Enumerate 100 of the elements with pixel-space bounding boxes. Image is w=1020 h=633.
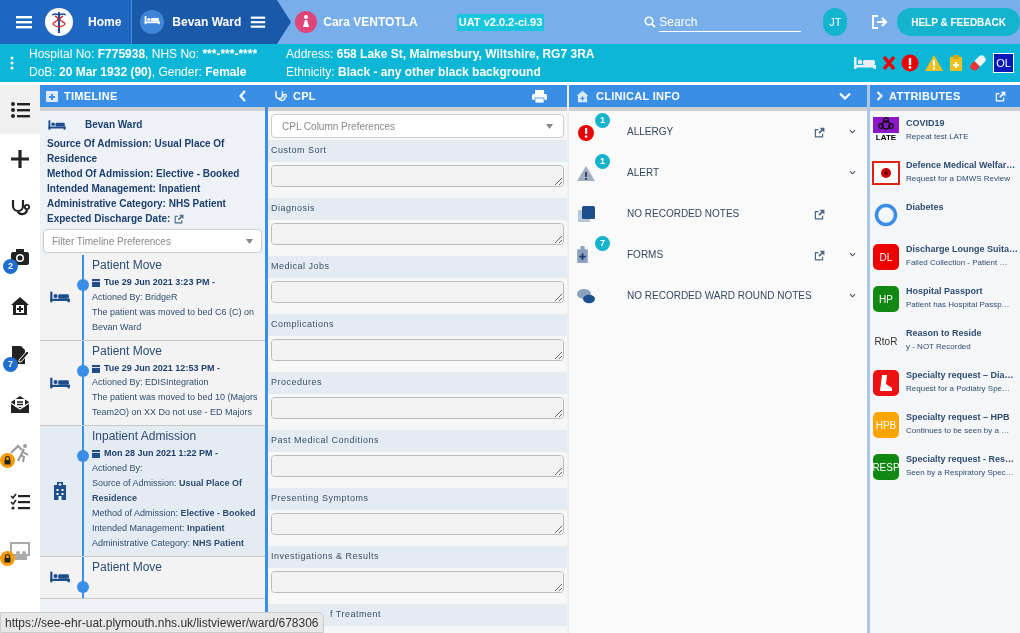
attribute-row[interactable]: Defence Medical Welfar… Request for a DMWS Review [870, 153, 1020, 195]
late-label: LATE [875, 133, 897, 143]
attribute-subtitle: Repeat test LATE [906, 131, 969, 143]
ring-icon [874, 203, 898, 227]
section-label: Diagnosis [271, 202, 316, 216]
clinical-info-label: ALERT [627, 166, 661, 180]
calendar-icon [92, 363, 100, 373]
chevron-down-icon[interactable] [848, 127, 857, 136]
admission-detail: Source Of Admission: Usual Place Of Residence [47, 137, 226, 166]
search-field[interactable]: Search [659, 12, 802, 32]
attribute-row[interactable]: LATE COVID19 Repeat test LATE [870, 111, 1020, 153]
timeline-entry[interactable]: Patient Move Tue 29 Jun 2021 3:23 PM - Actioned By: BridgeR The patient was moved to bed C6 (C) on Bevan Ward [40, 255, 265, 341]
lock-icon [0, 453, 15, 468]
calendar-icon [92, 278, 100, 288]
ward-name: Bevan Ward [85, 118, 143, 132]
column-preferences-dropdown[interactable]: CPL Column Preferences [271, 114, 564, 138]
alert-code-badge: OL [993, 53, 1014, 73]
external-link-icon[interactable] [173, 213, 185, 224]
clinical-info-row[interactable]: 1 ALLERGY [569, 111, 867, 152]
count-badge: 1 [595, 154, 610, 169]
external-link-icon[interactable] [813, 125, 825, 138]
warning-icon [924, 54, 945, 72]
collapse-icon[interactable] [839, 92, 851, 100]
timeline-dot-icon [77, 450, 89, 462]
entry-detail: Source of Admission: Usual Place Of Residence [92, 476, 244, 505]
stethoscope-icon [274, 89, 287, 103]
patient-detail: Address: 658 Lake St, Malmesbury, Wiltshire, RG7 3RA [286, 46, 596, 63]
presentation-board-icon [10, 540, 30, 561]
virus-icon [873, 117, 899, 133]
chevron-down-icon[interactable] [848, 250, 857, 259]
chevron-down-icon[interactable] [848, 168, 857, 177]
timeline-entry[interactable]: Patient Move [40, 556, 265, 599]
attribute-row[interactable]: Diabetes [870, 195, 1020, 237]
attribute-row[interactable]: RESP Specialty request - Res… Seen by a Respiratory Spec… [870, 447, 1020, 489]
attribute-title: Discharge Lounge Suita… [906, 243, 1019, 256]
external-link-icon[interactable] [994, 90, 1006, 102]
panel-title: CPL [293, 88, 316, 104]
attribute-row[interactable]: HP Hospital Passport Patient has Hospital Passp… [870, 279, 1020, 321]
section-label: Medical Jobs [271, 260, 330, 274]
pill-icon [968, 53, 989, 73]
document-edit-icon [10, 344, 30, 365]
attribute-row[interactable]: Specialty request – Dia… Request for a Podiatry Spe… [870, 363, 1020, 405]
entry-detail: Actioned By: BridgeR [92, 290, 179, 304]
plus-icon [10, 148, 30, 169]
clinical-info-label: NO RECORDED WARD ROUND NOTES [627, 289, 813, 303]
attribute-badge: DL [873, 244, 899, 270]
attribute-row[interactable]: HPB Specialty request – HPB Continues to be seen by a … [870, 405, 1020, 447]
filter-dropdown[interactable]: Filter Timeline Preferences [43, 229, 262, 253]
entry-date: Tue 29 Jun 2021 12:53 PM - [104, 361, 220, 375]
entry-detail: Actioned By: EDISIntegration [92, 376, 210, 389]
section-label: Past Medical Conditions [271, 434, 380, 448]
count-badge: 1 [595, 113, 610, 128]
section-label: Complications [271, 318, 335, 332]
clinical-info-row[interactable]: 1 ALERT [569, 152, 867, 193]
section-label: Investigations & Results [271, 550, 380, 564]
attribute-title: Specialty request – HPB [906, 411, 1010, 424]
attribute-row[interactable]: DL Discharge Lounge Suita… Failed Collection - Patient … [870, 237, 1020, 279]
attribute-title: Hospital Passport [906, 285, 984, 298]
patient-detail: DoB: 20 Mar 1932 (90), Gender: Female [29, 64, 248, 81]
bed-icon [853, 54, 878, 72]
home-plus-icon [10, 295, 30, 316]
entry-detail: The patient was moved to bed 10 (Majors Team2O) on XX Do not use - ED Majors [92, 391, 259, 419]
exclamation-circle-icon [901, 54, 920, 72]
home-link[interactable]: Home [88, 0, 132, 44]
entry-detail: Intended Management: Inpatient [92, 521, 226, 535]
panel-title: CLINICAL INFO [596, 88, 681, 104]
version-label: UAT v2.0.2-ci.93 [456, 14, 545, 31]
count-badge: 2 [3, 259, 18, 274]
panel-title: ATTRIBUTES [889, 88, 961, 104]
panel-title: TIMELINE [64, 88, 118, 104]
section-label: f Treatment [330, 608, 382, 622]
clinical-info-label: ALLERGY [627, 125, 675, 139]
hospital-icon [53, 481, 67, 500]
patient-name: Cara VENTOTLA [323, 14, 418, 31]
external-link-icon[interactable] [813, 207, 825, 220]
clinical-info-row[interactable]: NO RECORDED NOTES [569, 193, 867, 234]
ward-link[interactable]: Bevan Ward [172, 13, 242, 31]
list-icon [10, 99, 30, 120]
clinical-info-row[interactable]: NO RECORDED WARD ROUND NOTES [569, 275, 867, 316]
walking-person-icon [10, 442, 30, 463]
dropdown-caret-icon [546, 123, 553, 129]
collapse-left-icon[interactable] [239, 90, 247, 102]
caduceus-logo-icon [44, 7, 74, 37]
sidebar-nav-button[interactable] [0, 85, 40, 134]
print-icon[interactable] [532, 89, 547, 103]
dropdown-caret-icon [246, 238, 253, 244]
section-label: Presenting Symptoms [271, 492, 369, 506]
chevron-down-icon[interactable] [848, 291, 857, 300]
timeline-entry[interactable]: Patient Move Tue 29 Jun 2021 12:53 PM - Actioned By: EDISIntegration The patient was moved to bed 10 (Majors Team2O) on XX Do not use - ED Majors [40, 340, 265, 426]
attribute-badge: RESP [873, 454, 899, 480]
clinical-info-row[interactable]: 7 FORMS [569, 234, 867, 275]
external-link-icon[interactable] [813, 248, 825, 261]
entry-title: Inpatient Admission [92, 428, 198, 445]
attribute-subtitle: Request for a DMWS Review [906, 173, 1012, 185]
chat-bubbles-icon [577, 286, 596, 305]
admission-detail: Method Of Admission: Elective - Booked [47, 167, 241, 181]
timeline-dot-icon [77, 364, 89, 377]
timeline-entry[interactable] [40, 426, 265, 557]
entry-detail: The patient was moved to bed C6 (C) on Bevan Ward [92, 305, 256, 334]
home-plus-icon [575, 89, 590, 103]
